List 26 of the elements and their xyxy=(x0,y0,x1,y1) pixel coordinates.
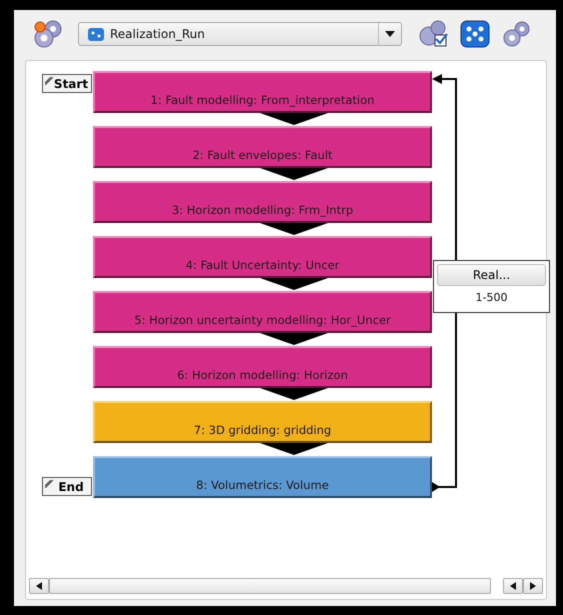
tag-label: End xyxy=(58,480,84,494)
corner-icon xyxy=(45,77,53,85)
dropdown-value: Realization_Run xyxy=(110,27,205,41)
workflow-step[interactable]: 6: Horizon modelling: Horizon xyxy=(93,346,432,388)
range-text: 1-500 xyxy=(476,291,508,304)
workflow-step[interactable]: 4: Fault Uncertainty: Uncer xyxy=(93,236,432,278)
scroll-left-button[interactable] xyxy=(503,578,523,594)
tag-label: Start xyxy=(54,76,88,90)
workflow-step[interactable]: 1: Fault modelling: From_interpretation xyxy=(93,71,432,113)
dice-icon[interactable] xyxy=(458,19,492,49)
left-arrow-icon xyxy=(510,582,516,590)
workflow-step[interactable]: 2: Fault envelopes: Fault xyxy=(93,126,432,168)
scrollbar-thumb[interactable] xyxy=(49,578,491,594)
workflow-step[interactable]: 8: Volumetrics: Volume xyxy=(93,456,432,498)
scroll-left-button[interactable] xyxy=(29,578,49,594)
caret-icon xyxy=(385,31,395,37)
workflow-step[interactable]: 3: Horizon modelling: Frm_Intrp xyxy=(93,181,432,223)
workflow-step[interactable]: 7: 3D gridding: gridding xyxy=(93,401,432,443)
scroll-right-button[interactable] xyxy=(523,578,543,594)
corner-icon xyxy=(45,480,53,488)
workflow-step[interactable]: 5: Horizon uncertainty modelling: Hor_Uncer xyxy=(93,291,432,333)
realizations-button[interactable]: Real... xyxy=(437,264,546,286)
left-arrow-icon xyxy=(36,582,42,590)
dice-icon xyxy=(87,26,105,42)
right-arrow-icon xyxy=(530,582,536,590)
workflow-dropdown[interactable]: Realization_Run xyxy=(78,22,402,46)
